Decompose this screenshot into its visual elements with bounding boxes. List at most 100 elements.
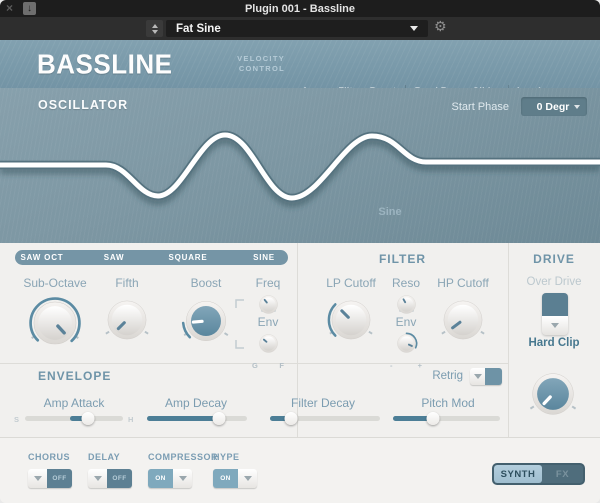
chevron-down-icon (551, 323, 559, 328)
gear-icon[interactable]: ⚙ (434, 19, 447, 35)
osc-boost-label: Boost (172, 276, 240, 290)
chevron-down-icon (574, 105, 580, 109)
lp-cutoff-knob[interactable] (322, 291, 380, 349)
hype-state: ON (213, 469, 238, 488)
compressor-toggle-handle[interactable] (173, 469, 192, 488)
amp-decay-slider[interactable] (147, 416, 247, 421)
pitch-mod-thumb[interactable] (426, 412, 439, 425)
hp-cutoff-label: HP Cutoff (415, 276, 511, 290)
close-icon[interactable]: × (6, 2, 13, 15)
header: BASSLINE VELOCITY CONTROL Amp Filter Boo… (0, 40, 600, 88)
titlebar: × ↓ Plugin 001 - Bassline (0, 0, 600, 17)
fifth-label: Fifth (92, 276, 162, 290)
chevron-down-icon (179, 476, 187, 481)
pitch-mod-label: Pitch Mod (421, 396, 474, 410)
sub-octave-knob[interactable] (23, 291, 87, 355)
filter-decay-slider[interactable] (270, 416, 380, 421)
tab-square[interactable]: SQUARE (168, 253, 207, 262)
amp-decay-fill (147, 416, 219, 421)
drive-mode-toggle[interactable] (542, 293, 568, 335)
filter-decay-thumb[interactable] (284, 412, 297, 425)
delay-state: OFF (107, 469, 132, 488)
chevron-down-icon (474, 374, 482, 379)
hype-toggle-handle[interactable] (238, 469, 257, 488)
drive-toggle-handle[interactable] (542, 316, 568, 335)
tab-saw-oct[interactable]: SAW OCT (21, 253, 64, 262)
tab-fx[interactable]: FX (542, 465, 583, 483)
compressor-state: ON (148, 469, 173, 488)
fifth-group: Fifth (92, 276, 162, 354)
stepper-up-icon[interactable] (152, 24, 158, 28)
drive-knob[interactable] (522, 363, 584, 425)
osc-env-min: G (252, 361, 258, 370)
download-icon[interactable]: ↓ (23, 2, 36, 15)
retrig-toggle[interactable] (470, 368, 502, 385)
hard-clip-option[interactable]: Hard Clip (508, 337, 600, 349)
filter-env-max: + (418, 361, 422, 370)
filter-section-title: FILTER (297, 252, 508, 266)
oscillator-title: OSCILLATOR (38, 98, 128, 112)
drive-toggle-track (542, 293, 568, 316)
osc-env-range: G F (246, 361, 290, 370)
preset-bar: Fat Sine ⚙ (0, 17, 600, 40)
start-phase-value: 0 Degr (532, 101, 574, 113)
pitch-mod-slider[interactable] (393, 416, 500, 421)
hype-label: HYPE (213, 452, 240, 462)
delay-toggle[interactable]: OFF (88, 469, 132, 488)
tab-synth[interactable]: SYNTH (494, 465, 542, 483)
window-title: Plugin 001 - Bassline (0, 3, 600, 15)
chevron-down-icon (410, 26, 418, 31)
amp-decay-thumb[interactable] (213, 412, 226, 425)
envelope-section-title: ENVELOPE (38, 369, 111, 383)
retrig-toggle-handle[interactable] (470, 368, 485, 385)
tab-sine[interactable]: SINE (253, 253, 275, 262)
preset-name: Fat Sine (176, 23, 410, 35)
amp-attack-thumb[interactable] (81, 412, 94, 425)
amp-decay-label: Amp Decay (165, 396, 227, 410)
hp-cutoff-knob[interactable] (434, 291, 492, 349)
delay-label: DELAY (88, 452, 120, 462)
osc-boost-knob[interactable] (176, 291, 236, 351)
over-drive-option[interactable]: Over Drive (508, 276, 600, 288)
filter-env-range: - + (384, 361, 428, 370)
drive-section-title: DRIVE (508, 252, 600, 266)
plugin-window: × ↓ Plugin 001 - Bassline Fat Sine ⚙ BAS… (0, 0, 600, 503)
amp-attack-label: Amp Attack (44, 396, 105, 410)
wave-line (0, 135, 600, 198)
bassline-logo: BASSLINE (37, 48, 172, 81)
view-tabs: SYNTH FX (492, 463, 585, 485)
stepper-down-icon[interactable] (152, 30, 158, 34)
delay-toggle-handle[interactable] (88, 469, 107, 488)
start-phase-label: Start Phase (452, 101, 509, 113)
filter-decay-label: Filter Decay (291, 396, 355, 410)
wave-name-label: Sine (362, 206, 418, 218)
retrig-label: Retrig (408, 370, 463, 382)
compressor-label: COMPRESSOR (148, 452, 218, 462)
hype-toggle[interactable]: ON (213, 469, 257, 488)
amp-attack-slider[interactable] (25, 416, 123, 421)
preset-stepper[interactable] (146, 20, 163, 37)
velocity-line1: VELOCITY (237, 54, 285, 63)
fifth-knob[interactable] (98, 291, 156, 349)
chorus-label: CHORUS (28, 452, 70, 462)
tab-saw[interactable]: SAW (104, 253, 125, 262)
osc-env-max: F (279, 361, 284, 370)
chevron-down-icon (244, 476, 252, 481)
velocity-line2: CONTROL (239, 64, 285, 73)
freq-knob[interactable] (255, 291, 282, 318)
waveform-display[interactable] (0, 112, 600, 235)
hp-cutoff-group: HP Cutoff (415, 276, 511, 354)
chorus-toggle[interactable]: OFF (28, 469, 72, 488)
freq-env-bracket (230, 292, 250, 356)
osc-env-knob[interactable] (255, 330, 282, 357)
osc-env-group: Env G F (246, 315, 290, 370)
wave-tab-bar: SAW OCT SAW SQUARE SINE (15, 250, 288, 265)
filter-env-min: - (390, 361, 393, 370)
oscillator-section: OSCILLATOR Start Phase 0 Degr Sine (0, 88, 600, 243)
chevron-down-icon (94, 476, 102, 481)
chorus-toggle-handle[interactable] (28, 469, 47, 488)
preset-dropdown[interactable]: Fat Sine (166, 20, 428, 37)
compressor-toggle[interactable]: ON (148, 469, 192, 488)
fx-bar: CHORUS OFF DELAY OFF COMPRESSOR ON HYPE … (0, 437, 600, 503)
sub-octave-label: Sub-Octave (15, 276, 95, 290)
